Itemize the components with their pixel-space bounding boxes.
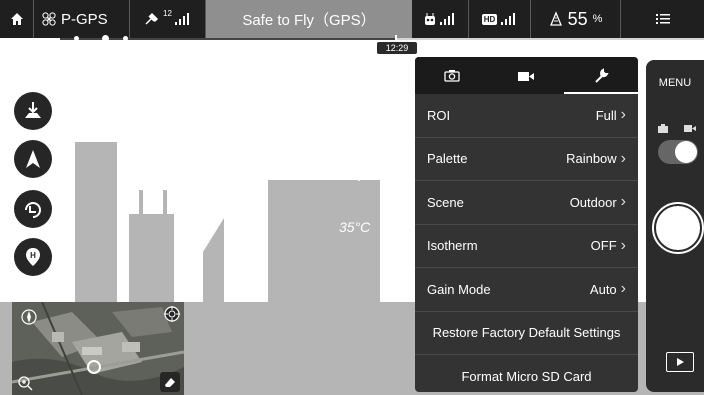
map-center-icon[interactable] (162, 304, 182, 324)
timeline-dot (74, 36, 79, 41)
aircraft-position-icon (86, 359, 102, 375)
flight-mode[interactable]: P-GPS (34, 0, 130, 38)
camera-control-bar: MENU (646, 60, 704, 392)
drone-icon (42, 12, 56, 26)
flight-status[interactable]: Safe to Fly（GPS） (206, 0, 412, 38)
tab-photo[interactable] (415, 57, 489, 94)
waypoint-button[interactable]: H (14, 238, 52, 276)
chevron-right-icon: › (620, 149, 626, 167)
spot-temperature: 35°C (339, 219, 371, 235)
signal-bars-icon (501, 13, 516, 25)
chevron-right-icon: › (620, 280, 626, 298)
play-icon (677, 358, 684, 366)
setting-row-isotherm[interactable]: Isotherm OFF › (415, 225, 638, 268)
battery-icon (549, 11, 562, 26)
return-home-icon (25, 202, 41, 218)
setting-value: Auto (589, 281, 617, 297)
chevron-right-icon: › (620, 106, 626, 124)
satellite-icon (145, 12, 159, 25)
tab-video[interactable] (489, 57, 563, 94)
capture-mode-icons (658, 124, 696, 133)
setting-row-roi[interactable]: ROI Full › (415, 94, 638, 138)
camera-icon (444, 70, 460, 82)
eraser-icon[interactable] (160, 372, 180, 392)
home-button[interactable] (0, 0, 34, 38)
shutter-button[interactable] (652, 202, 704, 254)
setting-row-scene[interactable]: Scene Outdoor › (415, 181, 638, 225)
dji-go-camera-view: 35°C H P-GPS 12 Safe to Fly（GPS） HD 55 %… (0, 0, 704, 395)
timeline-dot (102, 35, 109, 42)
chevron-right-icon: › (620, 193, 626, 211)
mini-map[interactable] (12, 302, 184, 395)
settings-tabs (415, 57, 638, 94)
svg-text:H: H (30, 251, 36, 260)
signal-bars-icon (440, 13, 454, 25)
battery-unit: % (592, 13, 603, 25)
setting-value: Full (595, 107, 617, 123)
setting-label: Gain Mode (427, 281, 491, 297)
home-icon (10, 13, 23, 25)
playback-button[interactable] (666, 352, 694, 372)
remote-controller-icon (425, 13, 435, 25)
format-sd-label: Format Micro SD Card (461, 369, 592, 385)
wrench-icon (595, 67, 609, 83)
battery-status[interactable]: 55% (531, 0, 621, 38)
return-home-button[interactable] (14, 190, 52, 228)
rc-signal[interactable] (412, 0, 469, 38)
photo-video-toggle[interactable] (658, 140, 698, 164)
signal-bars-icon (174, 13, 189, 25)
gps-signal[interactable]: 12 (130, 0, 206, 38)
flight-status-text: Safe to Fly（GPS） (242, 11, 376, 29)
hd-badge: HD (481, 13, 498, 25)
current-time: 12:29 (377, 42, 417, 54)
video-icon (518, 71, 535, 81)
setting-row-gain-mode[interactable]: Gain Mode Auto › (415, 268, 638, 312)
tab-settings[interactable] (563, 57, 638, 94)
status-bar: P-GPS 12 Safe to Fly（GPS） HD 55 % (0, 0, 704, 38)
satellite-count: 12 (163, 8, 172, 18)
battery-percent: 55 (567, 8, 588, 29)
photo-mode-icon (658, 124, 668, 133)
waypoint-h-icon: H (26, 248, 40, 266)
format-sd-button[interactable]: Format Micro SD Card (415, 355, 638, 392)
spot-meter-reticle-icon[interactable] (339, 153, 379, 188)
setting-label: ROI (427, 107, 451, 123)
flight-mode-label: P-GPS (61, 10, 108, 28)
navigation-button[interactable] (14, 140, 52, 178)
setting-label: Scene (427, 194, 464, 210)
setting-label: Palette (427, 151, 468, 167)
auto-takeoff-icon (25, 102, 41, 118)
menu-button[interactable]: MENU (646, 71, 704, 89)
setting-row-palette[interactable]: Palette Rainbow › (415, 138, 638, 181)
setting-value: Outdoor (569, 194, 617, 210)
camera-settings-panel: ROI Full › Palette Rainbow › Scene Outdoor… (415, 57, 638, 392)
setting-value: Rainbow (566, 151, 617, 167)
chevron-right-icon: › (620, 236, 626, 254)
hd-video-signal[interactable]: HD (469, 0, 531, 38)
list-menu-icon (655, 14, 670, 24)
setting-label: Isotherm (427, 238, 478, 254)
timeline-progress (60, 38, 396, 40)
navigation-arrow-icon (26, 150, 40, 168)
timeline-dot (123, 36, 128, 41)
compass-icon[interactable] (20, 308, 38, 326)
shutter-inner (656, 206, 700, 250)
auto-takeoff-button[interactable] (14, 92, 52, 130)
general-menu-button[interactable] (621, 0, 704, 38)
timeline-track[interactable] (60, 38, 704, 40)
zoom-icon[interactable] (16, 374, 34, 392)
toggle-knob (675, 141, 697, 163)
restore-defaults-button[interactable]: Restore Factory Default Settings (415, 312, 638, 355)
setting-value: OFF (590, 238, 617, 254)
restore-defaults-label: Restore Factory Default Settings (432, 325, 621, 341)
video-mode-icon (684, 125, 696, 132)
